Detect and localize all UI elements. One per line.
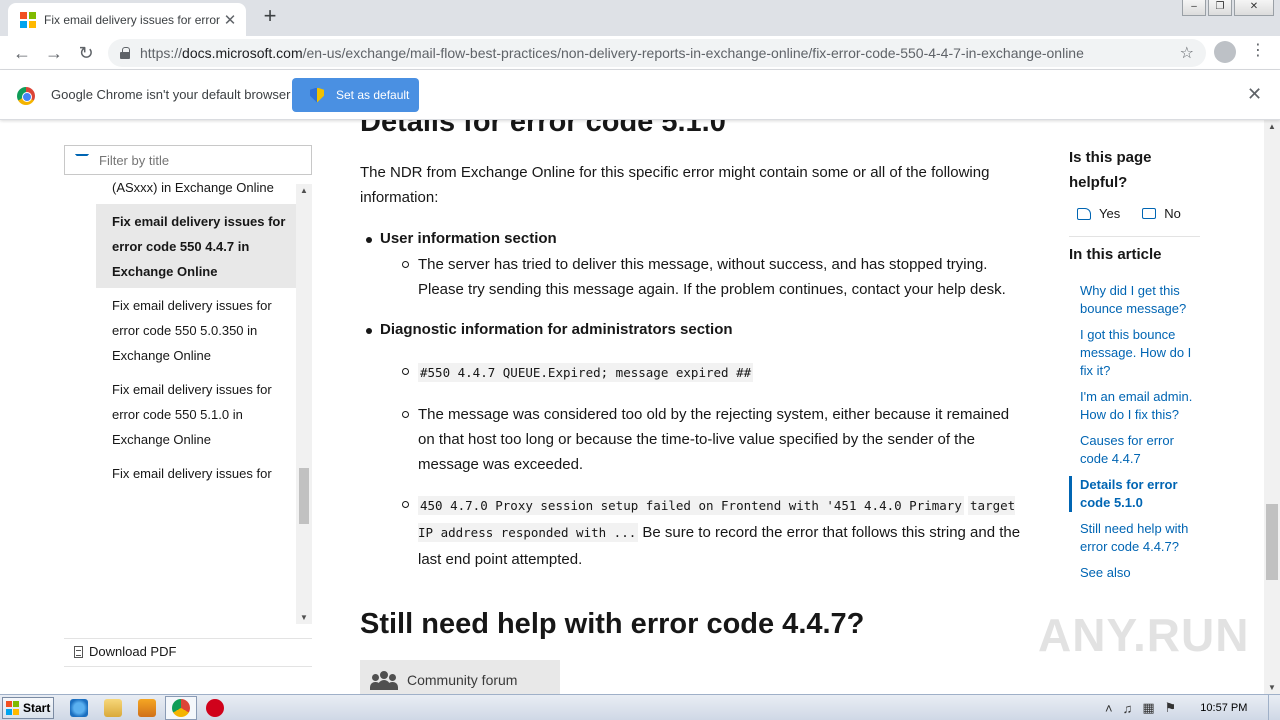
admin-code-2: 450 4.7.0 Proxy session setup failed on …: [402, 492, 1028, 573]
divider: [64, 638, 312, 639]
set-as-default-button[interactable]: Set as default: [292, 78, 419, 112]
file-explorer-icon[interactable]: [104, 699, 122, 717]
start-label: Start: [23, 701, 51, 715]
clock[interactable]: 10:57 PM: [1200, 702, 1247, 714]
people-icon: [370, 670, 398, 690]
filter-icon: [75, 154, 89, 166]
admin-text-1: The message was considered too old by th…: [402, 402, 1028, 477]
scroll-down-icon[interactable]: ▼: [1268, 683, 1276, 692]
community-forum-button[interactable]: Community forum: [360, 660, 560, 694]
minimize-icon[interactable]: –: [1182, 0, 1206, 16]
lock-icon: [120, 47, 130, 59]
outline-link[interactable]: Why did I get this bounce message?: [1069, 282, 1203, 318]
system-tray: ˄ ♫ ▦ ⚑ 10:57 PM: [1105, 695, 1280, 720]
outline-link-active[interactable]: Details for error code 5.1.0: [1069, 476, 1203, 512]
outline-link[interactable]: See also: [1069, 564, 1203, 582]
outline-link[interactable]: I'm an email admin. How do I fix this?: [1069, 388, 1203, 424]
admin-code-1: #550 4.4.7 QUEUE.Expired; message expire…: [402, 359, 1028, 386]
speech-bubble-icon[interactable]: [1142, 208, 1157, 219]
window-controls: – ❐ ✕: [1180, 0, 1274, 16]
toc-item[interactable]: Fix email delivery issues for error code…: [96, 288, 312, 372]
forward-arrow-icon[interactable]: →: [42, 41, 66, 65]
show-desktop-button[interactable]: [1268, 695, 1280, 720]
security-app-icon[interactable]: [206, 699, 224, 717]
code-snippet: 450 4.7.0 Proxy session setup failed on …: [418, 496, 964, 515]
infobar-close-icon[interactable]: ✕: [1247, 84, 1262, 105]
uac-shield-icon: [310, 87, 324, 103]
scroll-down-icon[interactable]: ▼: [300, 613, 308, 622]
feedback-buttons: Yes No: [1077, 206, 1181, 221]
chrome-menu-icon[interactable]: ⋮: [1250, 42, 1266, 60]
toc-list: (ASxxx) in Exchange Online Fix email del…: [96, 180, 312, 624]
yes-button[interactable]: Yes: [1099, 206, 1120, 221]
admin-section-title: Diagnostic information for administrator…: [366, 321, 733, 338]
chrome-taskbar-icon[interactable]: [172, 699, 190, 717]
user-section-title: User information section: [366, 230, 557, 247]
tab-strip: Fix email delivery issues for error co ✕…: [0, 0, 1280, 36]
helpful-question: Is this page helpful?: [1069, 149, 1152, 191]
divider: [64, 666, 312, 667]
url-text[interactable]: https://docs.microsoft.com/en-us/exchang…: [140, 45, 1180, 61]
restore-icon[interactable]: ❐: [1208, 0, 1232, 16]
browser-tab[interactable]: Fix email delivery issues for error co ✕: [8, 3, 246, 36]
filter-input[interactable]: [99, 152, 289, 168]
tab-title: Fix email delivery issues for error co: [44, 12, 222, 27]
new-tab-button[interactable]: +: [258, 5, 282, 29]
toc-item-active[interactable]: Fix email delivery issues for error code…: [96, 204, 312, 288]
in-this-article-heading: In this article: [1069, 246, 1162, 263]
toc-item[interactable]: Fix email delivery issues for: [96, 456, 312, 490]
no-button[interactable]: No: [1164, 206, 1181, 221]
browser-toolbar: ← → ↻ https://docs.microsoft.com/en-us/e…: [0, 36, 1280, 70]
url-host: docs.microsoft.com: [182, 45, 303, 61]
volume-icon[interactable]: ♫: [1123, 701, 1133, 716]
scroll-up-icon[interactable]: ▲: [1268, 122, 1276, 131]
back-arrow-icon[interactable]: ←: [10, 41, 34, 65]
toc-item[interactable]: (ASxxx) in Exchange Online: [96, 180, 312, 204]
document-icon: [74, 645, 83, 658]
article-outline: Why did I get this bounce message? I got…: [1069, 282, 1203, 590]
url-prefix: https://: [140, 45, 183, 61]
divider: [1069, 236, 1200, 237]
action-center-flag-icon[interactable]: ⚑: [1165, 700, 1177, 716]
toc-scrollbar[interactable]: ▲ ▼: [296, 184, 312, 624]
intro-paragraph: The NDR from Exchange Online for this sp…: [360, 164, 990, 206]
media-player-icon[interactable]: [138, 699, 156, 717]
outline-link[interactable]: Causes for error code 4.4.7: [1069, 432, 1203, 468]
page-scrollbar[interactable]: ▲ ▼: [1264, 120, 1280, 694]
reload-icon[interactable]: ↻: [74, 41, 98, 65]
tray-expand-icon[interactable]: ˄: [1105, 701, 1113, 716]
community-forum-label: Community forum: [407, 672, 518, 688]
address-bar[interactable]: https://docs.microsoft.com/en-us/exchang…: [108, 39, 1206, 67]
thumbs-up-icon[interactable]: [1077, 207, 1091, 220]
scroll-up-icon[interactable]: ▲: [300, 186, 308, 195]
page-scroll-thumb[interactable]: [1266, 504, 1278, 580]
anyrun-watermark: ANY.RUN: [1038, 609, 1250, 661]
section-heading: Still need help with error code 4.4.7?: [360, 608, 865, 640]
toc-item[interactable]: Fix email delivery issues for error code…: [96, 372, 312, 456]
infobar-message: Google Chrome isn't your default browser: [51, 87, 291, 102]
bookmark-star-icon[interactable]: ☆: [1180, 43, 1194, 63]
download-pdf-link[interactable]: Download PDF: [74, 644, 176, 659]
code-snippet: #550 4.4.7 QUEUE.Expired; message expire…: [418, 363, 754, 382]
chrome-logo-icon: [17, 87, 35, 105]
microsoft-logo-icon: [20, 11, 36, 28]
set-as-default-label: Set as default: [336, 88, 410, 102]
download-pdf-label: Download PDF: [89, 644, 177, 659]
profile-avatar-icon[interactable]: [1214, 41, 1236, 63]
windows-logo-icon: [6, 701, 20, 715]
user-section-text: The server has tried to deliver this mes…: [402, 252, 1028, 302]
toc-scroll-thumb[interactable]: [299, 468, 309, 524]
start-button[interactable]: Start: [2, 697, 54, 719]
section-heading: Details for error code 5.1.0: [360, 120, 726, 138]
default-browser-infobar: Google Chrome isn't your default browser…: [0, 70, 1280, 120]
toc-filter[interactable]: [64, 145, 312, 175]
internet-explorer-icon[interactable]: [70, 699, 88, 717]
network-icon[interactable]: ▦: [1142, 700, 1154, 716]
url-path: /en-us/exchange/mail-flow-best-practices…: [302, 45, 1084, 61]
windows-taskbar: Start ˄ ♫ ▦ ⚑ 10:57 PM: [0, 694, 1280, 720]
outline-link[interactable]: I got this bounce message. How do I fix …: [1069, 326, 1203, 380]
tab-close-icon[interactable]: ✕: [222, 11, 238, 29]
outline-link[interactable]: Still need help with error code 4.4.7?: [1069, 520, 1203, 556]
window-close-icon[interactable]: ✕: [1234, 0, 1274, 16]
